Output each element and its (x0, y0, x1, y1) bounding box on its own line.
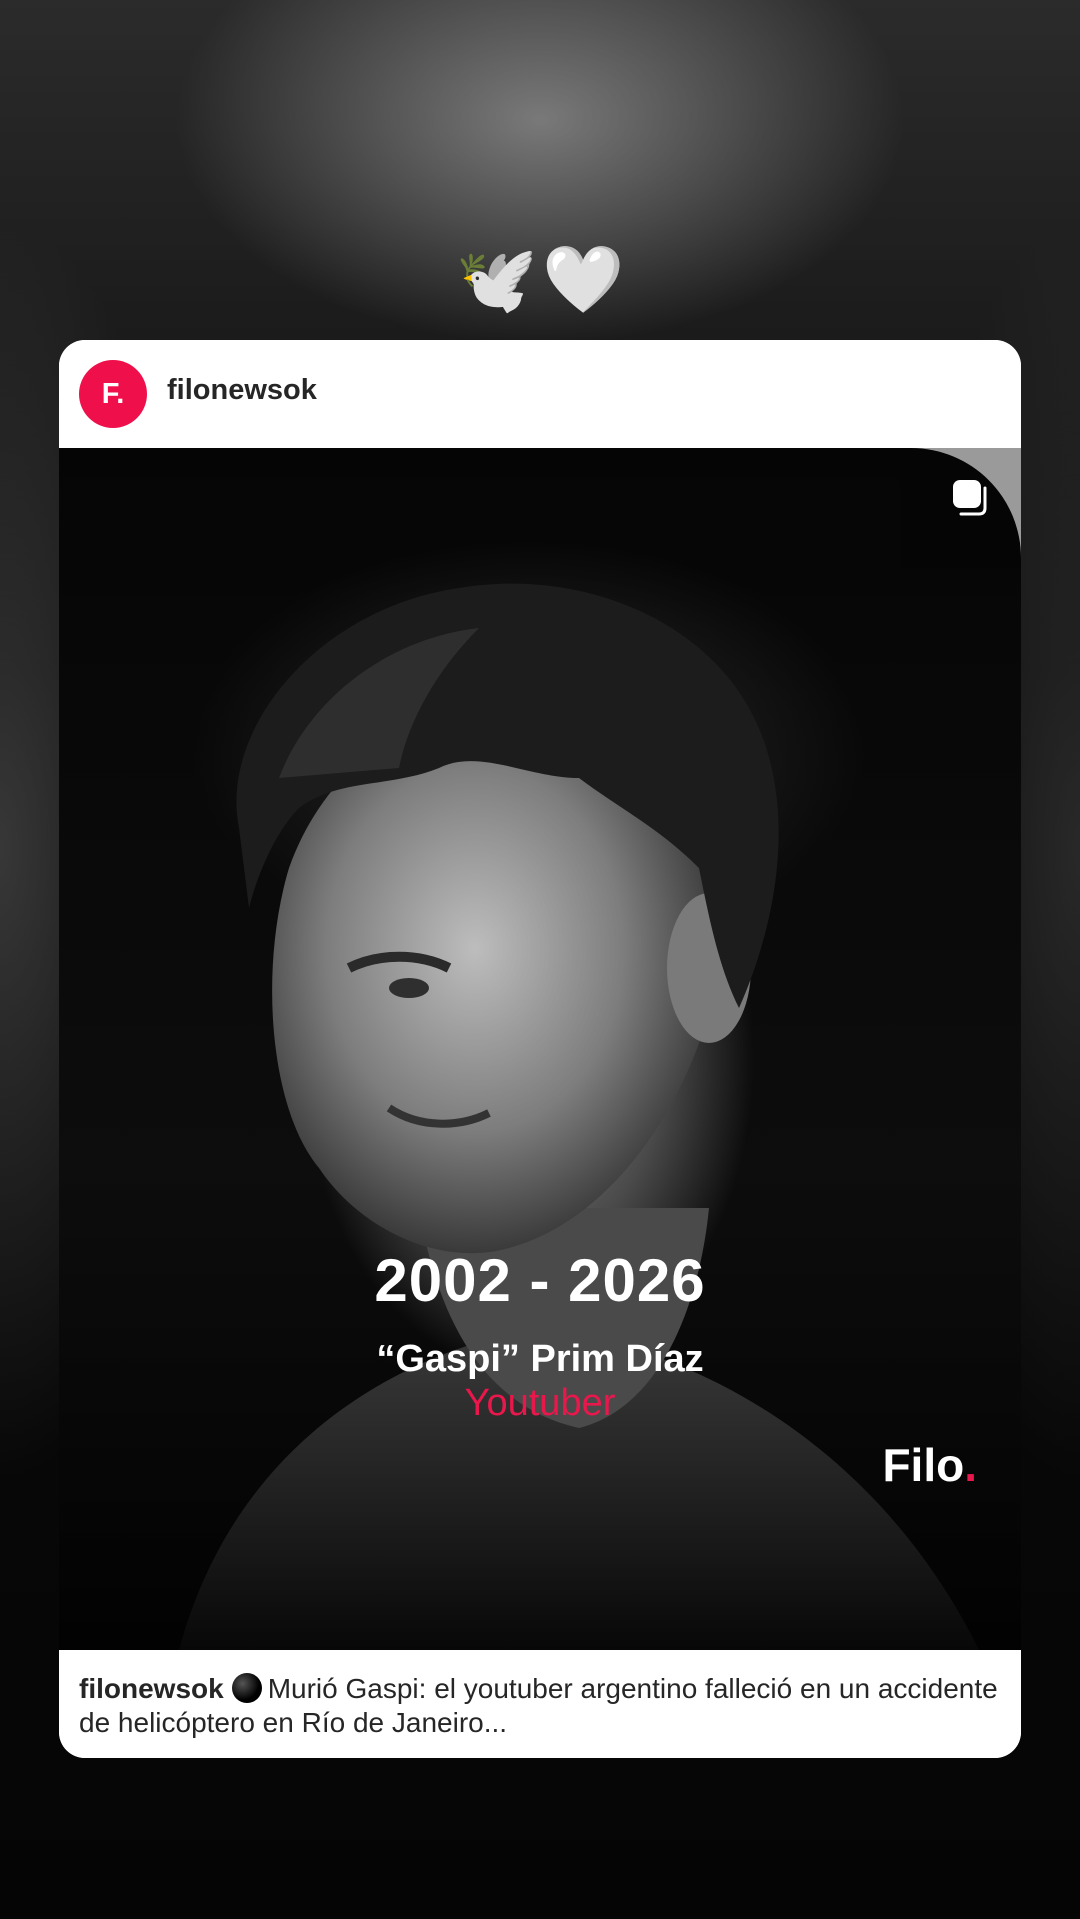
avatar[interactable]: F. (79, 360, 147, 428)
white-heart-icon: 🤍 (542, 241, 625, 318)
life-years: 2002 - 2026 (374, 1247, 706, 1314)
post-username[interactable]: filonewsok (167, 374, 317, 407)
post-caption[interactable]: filonewsok Murió Gaspi: el youtuber argen… (59, 1650, 1021, 1758)
post-header[interactable]: F. filonewsok (59, 340, 1021, 448)
shared-post-card[interactable]: F. filonewsok 2002 - 2026 “Gaspi” Prim D… (59, 340, 1021, 1758)
multiple-posts-icon (953, 480, 987, 516)
emoji-sticker[interactable]: 🕊️🤍 (0, 240, 1080, 320)
portrait-illustration (179, 583, 979, 1650)
person-name: “Gaspi” Prim Díaz (376, 1338, 704, 1380)
black-circle-icon (231, 1673, 262, 1703)
brand-text: Filo (882, 1439, 965, 1491)
post-image[interactable]: 2002 - 2026 “Gaspi” Prim Díaz Youtuber F… (59, 448, 1021, 1650)
caption-username[interactable]: filonewsok (79, 1673, 224, 1704)
dove-icon: 🕊️ (455, 241, 538, 318)
brand-watermark: Filo. (882, 1438, 977, 1492)
brand-dot: . (964, 1439, 977, 1491)
person-role: Youtuber (464, 1382, 616, 1424)
